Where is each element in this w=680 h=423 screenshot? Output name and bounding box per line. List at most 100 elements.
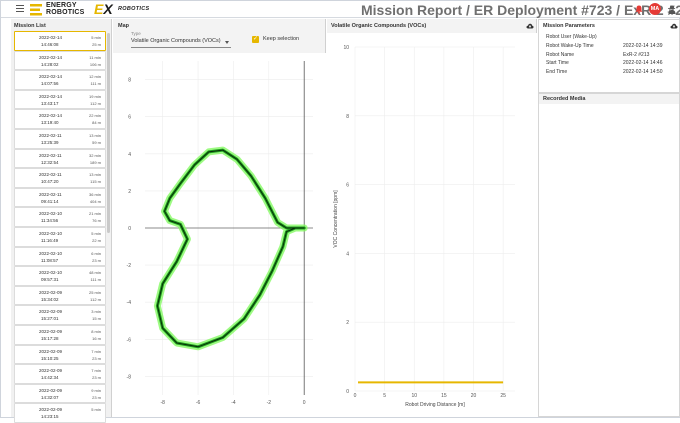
voc-y-tick-label: 6 (346, 183, 349, 189)
keep-selection-label: Keep selection (263, 36, 300, 42)
mission-time: 11:34:56 (41, 218, 59, 224)
mission-list-item[interactable]: 2022-02-11 13:25:39 13 min 59 m (14, 128, 106, 149)
mission-distance: 112 m (90, 100, 101, 106)
cloud-download-icon[interactable] (526, 23, 534, 29)
logo-ex: EX (94, 1, 113, 17)
mission-duration: 11 min (89, 54, 101, 60)
mission-list-item[interactable]: 2022-02-10 09:57:31 48 min 111 m (14, 266, 106, 286)
mission-parameters-panel: Mission Parameters Robot User (Wake-Up) R… (538, 19, 680, 93)
params-table: Robot User (Wake-Up) Robot Wake-Up Time 20… (543, 33, 677, 77)
logo-mark-icon (30, 4, 42, 16)
mission-time: 13:43:17 (41, 100, 59, 106)
mission-duration: 25 min (88, 289, 101, 295)
mission-date: 2022-02-11 (39, 132, 62, 138)
mission-duration: 22 min (88, 113, 101, 119)
mission-list-title: Mission List (14, 23, 46, 29)
mission-distance: 106 m (89, 61, 101, 67)
mission-time: 13:19:40 (41, 120, 59, 126)
mission-time: 15:17:28 (41, 335, 59, 341)
mission-date: 2022-02-10 (39, 250, 63, 256)
map-y-tick-label: 4 (128, 152, 131, 158)
mission-list-item[interactable]: 2022-02-14 13:19:40 22 min 84 m (14, 109, 106, 129)
user-icon[interactable] (668, 5, 676, 14)
mission-list-item[interactable]: 2022-02-10 11:34:56 21 min 76 m (14, 207, 106, 227)
mission-date: 2022-02-10 (39, 270, 63, 276)
map-y-tick-label: -6 (127, 337, 132, 343)
map-x-tick-label: -4 (231, 400, 236, 406)
bell-icon[interactable] (635, 5, 643, 14)
mission-date: 2022-02-14 (39, 113, 63, 119)
mission-list-item[interactable]: 2022-02-11 12:32:54 32 min 189 m (14, 148, 106, 169)
mission-list-item[interactable]: 2022-02-09 14:32:07 9 min 23 m (14, 383, 106, 404)
mission-date: 2022-02-14 (39, 35, 63, 40)
mission-time: 14:42:34 (41, 375, 59, 381)
mission-list-item[interactable]: 2022-02-09 14:23:15 5 min (14, 403, 106, 423)
mission-date: 2022-02-11 (39, 152, 62, 158)
param-key: End Time (546, 69, 568, 76)
mission-list-item[interactable]: 2022-02-14 14:07:56 12 min 111 m (14, 70, 106, 90)
mission-duration: 12 min (88, 74, 101, 80)
voc-x-tick-label: 0 (354, 393, 357, 399)
mission-duration: 5 min (91, 407, 101, 413)
mission-list-item[interactable]: 2022-02-09 15:34:02 25 min 112 m (14, 285, 106, 306)
voc-panel: Volatile Organic Compounds (VOCs) 10 8 6 4 2… (327, 19, 537, 417)
mission-time: 11:16:49 (41, 237, 59, 243)
mission-list-item[interactable]: 2022-02-10 11:08:57 6 min 23 m (14, 246, 106, 267)
mission-time: 09:41:14 (41, 198, 59, 204)
cloud-download-icon[interactable] (670, 23, 678, 29)
keep-selection-checkbox[interactable]: ✓ (252, 36, 259, 43)
app-window: ENERGY ROBOTICS EX ROBOTICS Mission Repo… (0, 0, 680, 423)
mission-time: 13:25:39 (41, 139, 59, 145)
avatar[interactable]: MA (649, 3, 661, 15)
param-key: Robot User (Wake-Up) (546, 34, 597, 40)
mission-list-item[interactable]: 2022-02-09 15:17:28 8 min 16 m (14, 324, 106, 345)
map-panel: Map Type Volatile Organic Compounds (VOC… (113, 19, 326, 417)
mission-time: 14:07:56 (41, 81, 59, 87)
mission-date: 2022-02-09 (39, 309, 63, 315)
param-key: Start Time (546, 60, 569, 67)
mission-duration: 8 min (91, 328, 101, 334)
mission-list-item[interactable]: 2022-02-11 10:47:20 13 min 115 m (14, 168, 106, 188)
mission-duration: 19 min (88, 93, 101, 99)
mission-distance: 15 m (92, 316, 101, 322)
mission-date: 2022-02-09 (39, 387, 63, 393)
mission-list-item[interactable]: 2022-02-11 09:41:14 36 min 404 m (14, 187, 106, 208)
map-x-tick-label: -6 (196, 400, 201, 406)
mission-time: 12:32:54 (41, 159, 59, 165)
type-select[interactable]: Volatile Organic Compounds (VOCs) (131, 38, 231, 48)
voc-plot[interactable]: 10 8 6 4 2 0 0 5 10 15 20 25 Robot Driving Distance … (327, 33, 537, 417)
mission-distance: 22 m (92, 237, 101, 243)
mission-list-item[interactable]: 2022-02-09 15:27:01 3 min 15 m (14, 305, 106, 325)
mission-date: 2022-02-14 (39, 74, 63, 80)
map-plot[interactable]: -8 -6 -4 -2 0 8 6 4 2 0 -2 -4 -6 -8 (113, 53, 326, 417)
media-body (539, 104, 679, 416)
map-y-tick-label: 6 (128, 115, 131, 121)
mission-date: 2022-02-09 (39, 348, 63, 354)
mission-duration: 7 min (91, 348, 101, 354)
mission-list-item[interactable]: 2022-02-14 14:28:02 11 min 106 m (14, 50, 106, 71)
mission-list-item[interactable]: 2022-02-09 14:42:34 7 min 23 m (14, 364, 106, 384)
voc-chart: 10864200 5 10 15 20 25Robot Driving Distance … (333, 45, 515, 408)
param-row: Robot User (Wake-Up) (543, 33, 677, 42)
voc-y-tick-label: 8 (346, 114, 349, 120)
mission-distance: 23 m (92, 257, 101, 263)
voc-x-tick-label: 20 (471, 393, 477, 399)
mission-date: 2022-02-10 (39, 230, 63, 236)
mission-list-item[interactable]: 2022-02-14 13:43:17 19 min 112 m (14, 89, 106, 110)
mission-duration: 6 min (91, 250, 101, 256)
mission-list-item[interactable]: 2022-02-14 14:46:08 5 min 25 m (14, 31, 106, 51)
mission-list-panel: Mission List 2022-02-14 14:46:08 5 min 25 m… (11, 19, 112, 423)
param-row: End Time 2022-02-14 14:50 (543, 68, 677, 77)
mission-time: 14:32:07 (41, 394, 59, 400)
voc-y-tick-label: 0 (346, 389, 349, 395)
mission-list-item[interactable]: 2022-02-10 11:16:49 5 min 22 m (14, 226, 106, 247)
mission-date: 2022-02-09 (39, 289, 63, 295)
mission-date: 2022-02-14 (39, 54, 63, 60)
mission-list-scrollbar[interactable] (107, 33, 110, 233)
mission-list-item[interactable]: 2022-02-09 15:10:25 7 min 23 m (14, 344, 106, 365)
mission-distance: 112 m (90, 296, 101, 302)
map-title: Map (118, 23, 129, 29)
mission-distance: 404 m (89, 198, 101, 204)
voc-y-tick-label: 10 (343, 45, 349, 51)
menu-icon[interactable] (16, 5, 24, 13)
